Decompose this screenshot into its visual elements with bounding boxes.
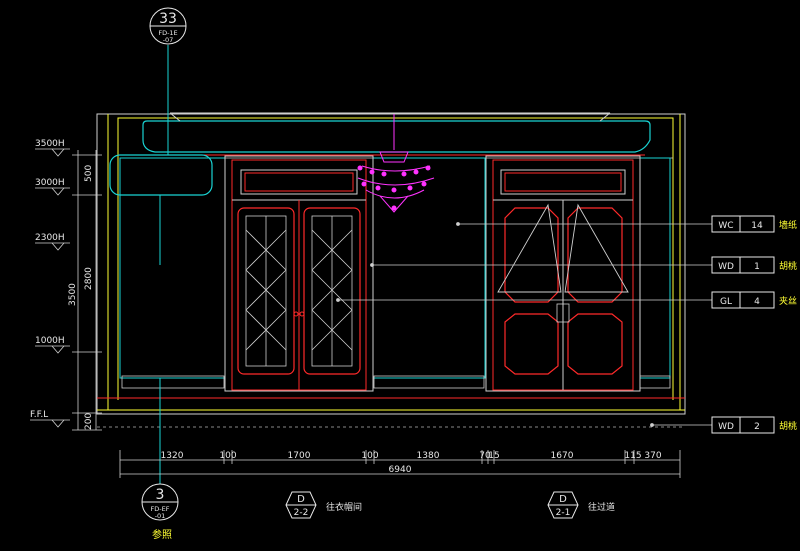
bubble-top-ref2: -07 xyxy=(163,36,174,44)
total-dim: 6940 xyxy=(389,465,412,475)
bubble-bottom-caption: 参照 xyxy=(152,528,172,541)
material-number: 14 xyxy=(751,221,763,231)
elevation-letter: D xyxy=(559,494,567,505)
level-label: 1000H xyxy=(35,336,65,346)
material-number: 2 xyxy=(754,422,760,432)
bubble-top-number: 33 xyxy=(159,11,177,27)
level-label: 2300H xyxy=(35,233,65,243)
level-label: 3000H xyxy=(35,178,65,188)
h-dim: 1670 xyxy=(551,451,574,461)
elevation-label: 往衣帽间 xyxy=(326,501,362,513)
material-label: 胡桃 xyxy=(779,260,797,272)
elevation-label: 往过道 xyxy=(588,501,615,513)
cad-elevation-drawing: 33 FD-1E -07 3 FD-EF -01 参照 3500H 3000H … xyxy=(0,0,800,551)
h-dim: 1320 xyxy=(161,451,184,461)
bubble-bottom-ref2: -01 xyxy=(155,512,166,520)
elevation-number: 2-2 xyxy=(294,508,309,518)
material-code: GL xyxy=(720,297,732,307)
elevation-letter: D xyxy=(297,494,305,505)
h-dim: 1700 xyxy=(288,451,311,461)
h-dim: 370 xyxy=(644,451,661,461)
material-code: WD xyxy=(718,262,734,272)
h-dim: 100 xyxy=(361,451,378,461)
elevation-number: 2-1 xyxy=(556,508,571,518)
h-dim: 115 xyxy=(624,451,641,461)
dim-2800: 2800 xyxy=(84,267,94,290)
h-dim: 1380 xyxy=(417,451,440,461)
dim-200: 200 xyxy=(84,413,94,430)
h-dim: 100 xyxy=(219,451,236,461)
material-label: 夹丝 xyxy=(779,295,797,307)
material-code: WD xyxy=(718,422,734,432)
material-label: 胡桃 xyxy=(779,420,797,432)
h-dim: 15 xyxy=(488,451,499,461)
bubble-bottom-number: 3 xyxy=(156,487,165,503)
material-number: 1 xyxy=(754,262,760,272)
dim-3500: 3500 xyxy=(68,283,78,306)
dim-500: 500 xyxy=(84,165,94,182)
material-code: WC xyxy=(718,221,733,231)
level-label: 3500H xyxy=(35,139,65,149)
level-label: F.F.L xyxy=(30,410,48,420)
material-label: 墙纸 xyxy=(779,219,797,231)
material-number: 4 xyxy=(754,297,760,307)
section-bubble-top: 33 FD-1E -07 xyxy=(149,7,187,45)
